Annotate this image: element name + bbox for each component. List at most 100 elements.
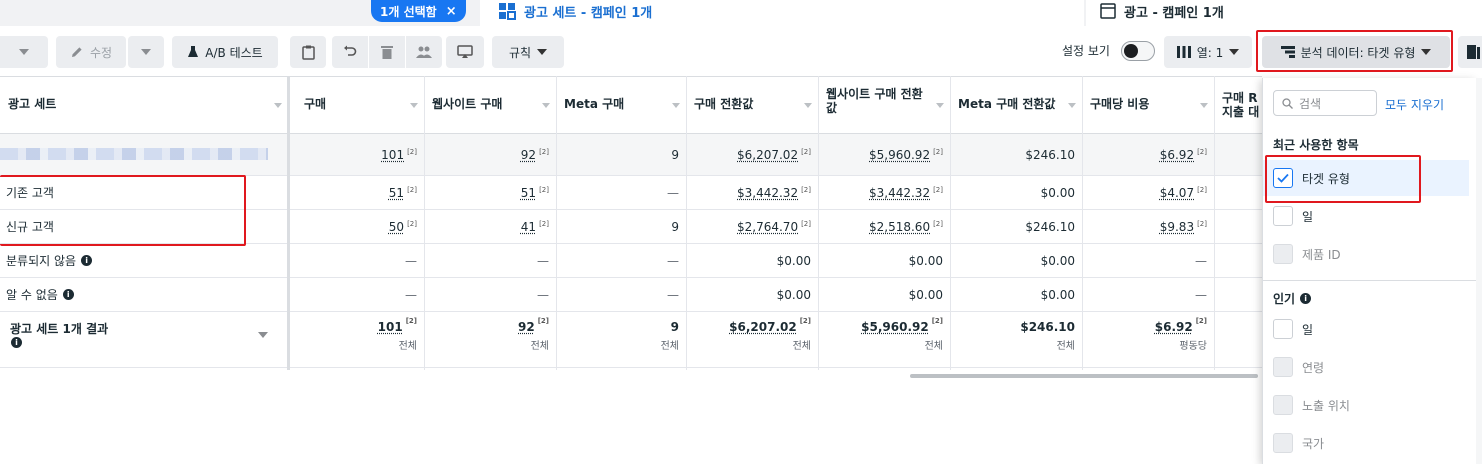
metric-cell[interactable]: $0.00: [686, 278, 818, 311]
table-row[interactable]: 101 [2] 92 [2] 9 $6,207.02 [2] $5,960.92 [2] $246…: [0, 134, 1262, 176]
metric-cell[interactable]: $4.07 [2]: [1082, 176, 1214, 209]
adset-name-cell[interactable]: 알 수 없음 i: [0, 278, 288, 311]
metric-cell[interactable]: $9.83 [2]: [1082, 210, 1214, 243]
chevron-down-icon[interactable]: [258, 332, 268, 338]
header-website-purchases[interactable]: 웹사이트 구매: [424, 77, 556, 134]
metric-cell[interactable]: $2,764.70 [2]: [686, 210, 818, 243]
metric-cell[interactable]: —: [424, 244, 556, 277]
metric-value: 41: [521, 220, 536, 234]
metric-cell[interactable]: —: [1082, 278, 1214, 311]
metric-cell[interactable]: $0.00: [950, 176, 1082, 209]
columns-button[interactable]: 열: 1: [1164, 36, 1252, 68]
metric-cell[interactable]: —: [556, 244, 686, 277]
metric-cell[interactable]: $6.92 [2]: [1082, 134, 1214, 175]
metric-cell[interactable]: —: [424, 278, 556, 311]
metric-cell[interactable]: $0.00: [950, 278, 1082, 311]
info-icon[interactable]: i: [81, 255, 92, 266]
audience-button[interactable]: [406, 36, 442, 68]
clear-all-link[interactable]: 모두 지우기: [1385, 96, 1444, 113]
delete-button[interactable]: [369, 36, 405, 68]
panel-scrollbar[interactable]: [1476, 78, 1482, 464]
metric-value: 9: [671, 220, 679, 234]
toggle-knob: [1124, 44, 1138, 58]
duplicate-button[interactable]: [290, 36, 326, 68]
header-purchase-value[interactable]: 구매 전환값: [686, 77, 818, 134]
header-meta-purchase-value[interactable]: Meta 구매 전환값: [950, 77, 1082, 134]
metric-cell[interactable]: $246.10: [950, 134, 1082, 175]
column-divider: [686, 76, 687, 370]
header-purchases[interactable]: 구매: [296, 77, 424, 134]
metric-cell[interactable]: $0.00: [818, 278, 950, 311]
adset-name-cell[interactable]: 분류되지 않음 i: [0, 244, 288, 277]
metric-cell[interactable]: 51 [2]: [424, 176, 556, 209]
info-icon[interactable]: i: [1300, 293, 1311, 304]
edit-button[interactable]: 수정: [56, 36, 126, 68]
adset-name-cell[interactable]: [0, 134, 288, 175]
header-label: 광고 세트: [8, 97, 56, 111]
total-value: $6,207.02: [729, 320, 797, 334]
metric-cell[interactable]: 92 [2]: [424, 134, 556, 175]
metric-cell[interactable]: $0.00: [950, 244, 1082, 277]
total-sub-label: 전체: [793, 337, 811, 352]
metric-cell[interactable]: $3,442.32 [2]: [686, 176, 818, 209]
header-label: Meta 구매 전환값: [958, 97, 1055, 111]
header-adset[interactable]: 광고 세트: [0, 77, 288, 134]
tab-adsets-label: 광고 세트 - 캠페인 1개: [524, 2, 652, 21]
ab-test-button[interactable]: A/B 테스트: [172, 36, 278, 68]
edit-dropdown-button[interactable]: [128, 36, 164, 68]
table-row[interactable]: 분류되지 않음 i — — — $0.00 $0.00 $0.00 —: [0, 244, 1262, 278]
metric-cell[interactable]: $0.00: [818, 244, 950, 277]
header-website-purchase-value[interactable]: 웹사이트 구매 전환값: [818, 77, 950, 134]
undo-button[interactable]: [332, 36, 368, 68]
highlight-audience-rows: [0, 175, 246, 246]
selected-count-pill[interactable]: 1개 선택함 ×: [371, 0, 466, 22]
metric-cell[interactable]: —: [556, 278, 686, 311]
breakdown-option-day[interactable]: 일: [1263, 198, 1469, 234]
metric-cell[interactable]: $3,442.32 [2]: [818, 176, 950, 209]
metric-value: $6,207.02: [737, 148, 798, 162]
metric-value: $0.00: [909, 288, 943, 302]
table-row[interactable]: 알 수 없음 i — — — $0.00 $0.00 $0.00 —: [0, 278, 1262, 312]
view-settings-toggle[interactable]: [1121, 41, 1155, 61]
metric-cell[interactable]: $5,960.92 [2]: [818, 134, 950, 175]
metric-cell[interactable]: 101 [2]: [296, 134, 424, 175]
checkbox[interactable]: [1273, 319, 1293, 339]
checkbox[interactable]: [1273, 206, 1293, 226]
close-icon[interactable]: ×: [446, 4, 457, 19]
breakdown-option-day-popular[interactable]: 일: [1263, 311, 1469, 347]
metric-cell[interactable]: —: [556, 176, 686, 209]
search-icon: [1282, 98, 1293, 109]
tab-ads-label-wrap[interactable]: 광고 - 캠페인 1개: [1100, 0, 1224, 22]
metric-cell[interactable]: 41 [2]: [424, 210, 556, 243]
metric-cell[interactable]: 50 [2]: [296, 210, 424, 243]
footnote-mark: [2]: [539, 148, 549, 156]
header-cost-per-purchase[interactable]: 구매당 비용: [1082, 77, 1214, 134]
tab-adsets-label-wrap[interactable]: 광고 세트 - 캠페인 1개: [498, 0, 652, 22]
header-meta-purchases[interactable]: Meta 구매: [556, 77, 686, 134]
create-dropdown-button[interactable]: [0, 36, 48, 68]
column-divider[interactable]: [287, 76, 290, 370]
metric-cell[interactable]: $0.00: [686, 244, 818, 277]
ab-test-label: A/B 테스트: [205, 44, 262, 61]
info-icon[interactable]: i: [63, 289, 74, 300]
breakdown-search-input[interactable]: 검색: [1273, 90, 1377, 116]
metric-cell[interactable]: —: [1082, 244, 1214, 277]
horizontal-scrollbar[interactable]: [910, 374, 1258, 378]
option-label: 노출 위치: [1302, 397, 1350, 414]
metric-value: $0.00: [1041, 186, 1075, 200]
metric-cell[interactable]: $6,207.02 [2]: [686, 134, 818, 175]
info-icon[interactable]: i: [11, 337, 22, 348]
reports-button[interactable]: [1458, 36, 1482, 68]
preview-button[interactable]: [446, 36, 484, 68]
report-icon: [1467, 45, 1480, 59]
rules-button[interactable]: 규칙: [492, 36, 564, 68]
metric-cell[interactable]: $2,518.60 [2]: [818, 210, 950, 243]
metric-cell[interactable]: 51 [2]: [296, 176, 424, 209]
header-purchase-roas[interactable]: 구매 R 지출 대: [1214, 77, 1262, 134]
metric-cell[interactable]: 9: [556, 134, 686, 175]
metric-cell[interactable]: $246.10: [950, 210, 1082, 243]
metric-cell[interactable]: 9: [556, 210, 686, 243]
footnote-mark: [2]: [800, 317, 811, 325]
metric-cell[interactable]: —: [296, 244, 424, 277]
metric-cell[interactable]: —: [296, 278, 424, 311]
